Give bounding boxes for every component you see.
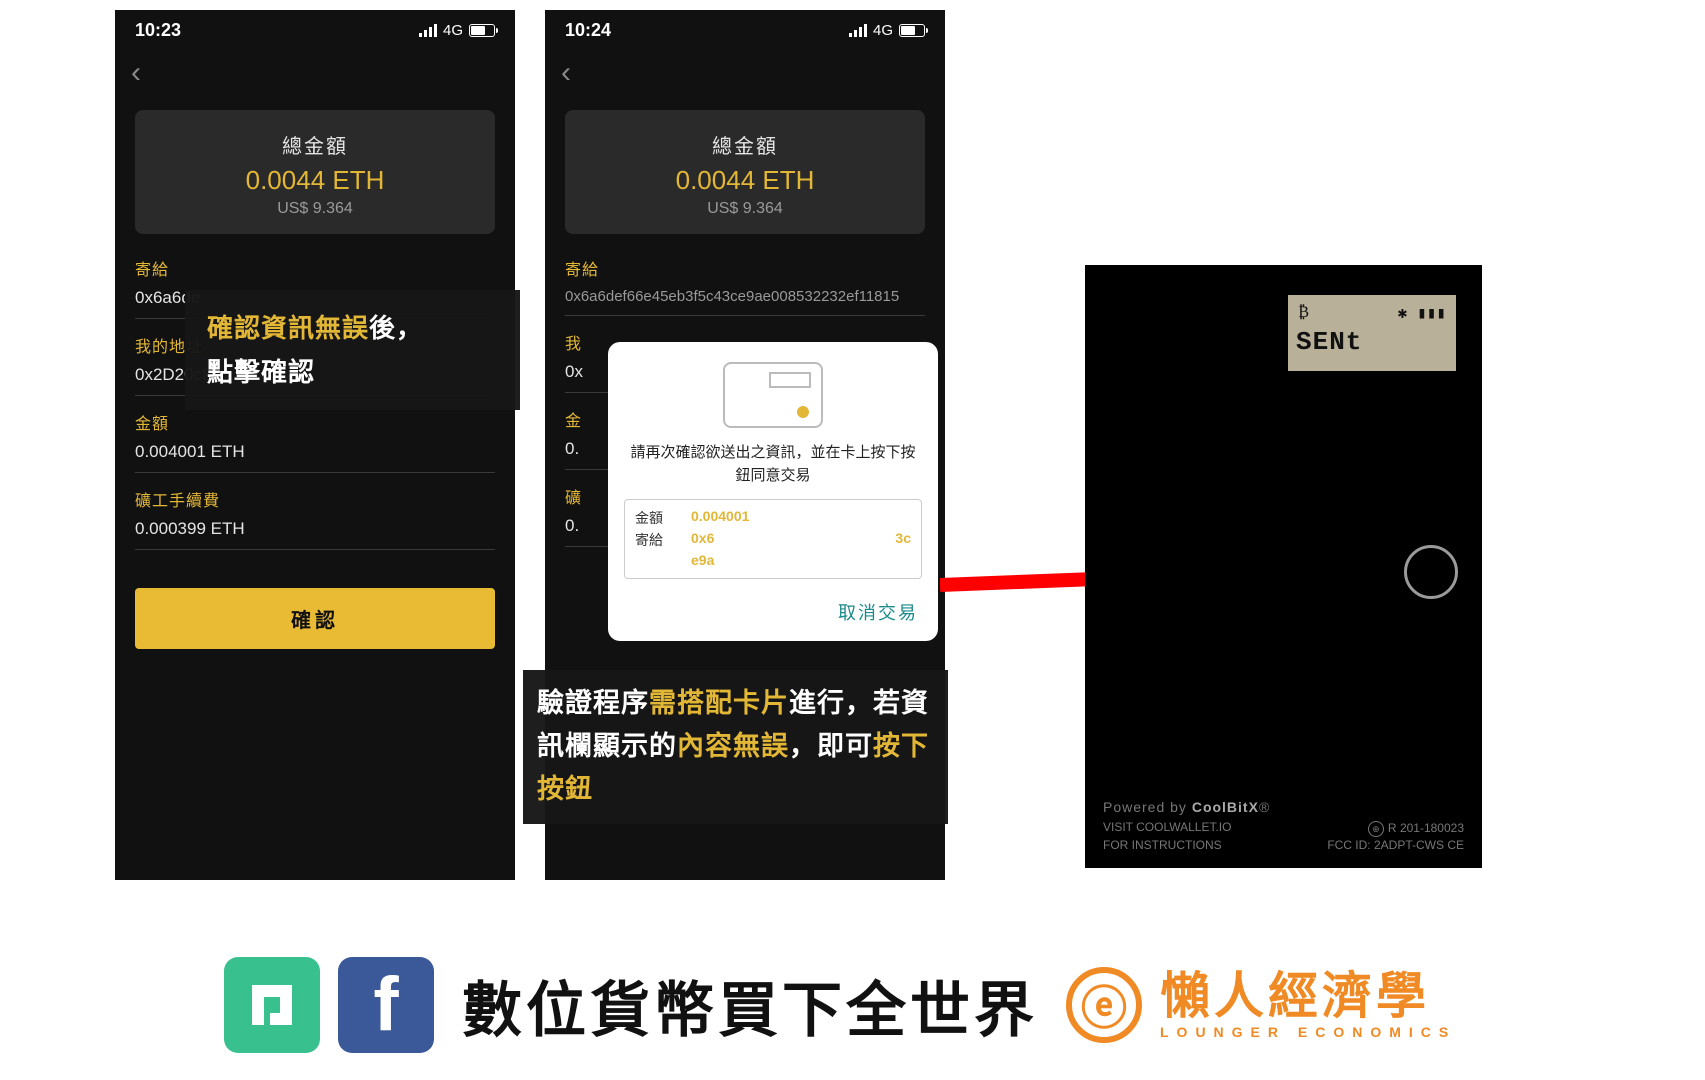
hardware-screen-text: SENt: [1296, 327, 1448, 357]
battery-icon: [469, 24, 495, 37]
battery-icon: [899, 24, 925, 37]
total-title: 總金額: [577, 130, 913, 159]
status-right: 4G: [419, 22, 495, 39]
total-amount-card: 總金額 0.0044 ETH US$ 9.364: [565, 110, 925, 234]
total-amount: 0.0044 ETH: [577, 165, 913, 196]
field-label: 金額: [135, 410, 495, 434]
back-button[interactable]: ‹: [545, 50, 945, 96]
status-time: 10:24: [565, 20, 611, 41]
lounger-brand: 懶人經濟學 LOUNGER ECONOMICS: [1160, 970, 1456, 1039]
field-label: 礦工手續費: [135, 487, 495, 511]
status-bar: 10:23 4G: [115, 10, 515, 50]
card-illustration: [723, 362, 823, 428]
field-miner-fee: 礦工手續費 0.000399 ETH: [135, 473, 495, 550]
footer-banner: f 數位貨幣買下全世界 ⓔ 懶人經濟學 LOUNGER ECONOMICS: [200, 940, 1480, 1070]
facebook-icon: f: [338, 957, 434, 1053]
field-label: 寄給: [135, 256, 495, 280]
bitcoin-icon: ₿: [1298, 302, 1309, 322]
confirm-button[interactable]: 確認: [135, 588, 495, 649]
modal-amount-value: 0.004001: [691, 508, 911, 528]
total-fiat: US$ 9.364: [577, 200, 913, 218]
modal-details-box: 金額 0.004001 寄給 0x6 3c e9a: [624, 499, 922, 579]
cert-mark-icon: ⊕: [1368, 821, 1384, 837]
banner-title: 數位貨幣買下全世界: [462, 962, 1038, 1049]
network-label: 4G: [873, 22, 893, 39]
modal-to-label: 寄給: [635, 530, 679, 550]
field-value: 0.000399 ETH: [135, 519, 495, 539]
hardware-footer-left: Powered by CoolBitX® VISIT COOLWALLET.IO…: [1103, 797, 1270, 854]
hardware-wallet-card: ₿ ✱ ▮▮▮ SENt Powered by CoolBitX® VISIT …: [1085, 265, 1482, 868]
modal-to-value: 0x6 3c: [691, 530, 911, 550]
hardware-screen: ₿ ✱ ▮▮▮ SENt: [1288, 295, 1456, 371]
total-amount-card: 總金額 0.0044 ETH US$ 9.364: [135, 110, 495, 234]
field-value: 0x6a6def66e45eb3f5c43ce9ae008532232ef118…: [565, 288, 925, 305]
status-right: 4G: [849, 22, 925, 39]
field-to: 寄給 0x6a6def66e45eb3f5c43ce9ae008532232ef…: [565, 242, 925, 316]
bluetooth-icon: ✱: [1397, 303, 1407, 322]
cancel-transaction-button[interactable]: 取消交易: [838, 603, 918, 623]
status-bar: 10:24 4G: [545, 10, 945, 50]
field-value: 0.004001 ETH: [135, 442, 495, 462]
lounger-brand-en: LOUNGER ECONOMICS: [1160, 1025, 1456, 1040]
battery-icon: ▮▮▮: [1417, 303, 1446, 322]
hardware-footer-right: ⊕R 201-180023 FCC ID: 2ADPT-CWS CE: [1327, 820, 1464, 854]
total-amount: 0.0044 ETH: [147, 165, 483, 196]
back-button[interactable]: ‹: [115, 50, 515, 96]
phone-screenshot-1: 10:23 4G ‹ 總金額 0.0044 ETH US$ 9.364 寄給 0…: [115, 10, 515, 880]
signal-icon: [419, 24, 437, 37]
confirmation-modal: 請再次確認欲送出之資訊，並在卡上按下按鈕同意交易 金額 0.004001 寄給 …: [608, 342, 938, 641]
field-label: 寄給: [565, 256, 925, 280]
modal-to-value-line2: e9a: [691, 552, 911, 568]
annotation-callout-2: 驗證程序需搭配卡片進行，若資訊欄顯示的內容無誤，即可按下按鈕: [523, 670, 948, 824]
app-logo-icon: [224, 957, 320, 1053]
lounger-logo-icon: ⓔ: [1066, 967, 1142, 1043]
modal-message: 請再次確認欲送出之資訊，並在卡上按下按鈕同意交易: [624, 442, 922, 487]
annotation-callout-1: 確認資訊無誤後， 點擊確認: [185, 290, 520, 410]
network-label: 4G: [443, 22, 463, 39]
lounger-brand-cn: 懶人經濟學: [1160, 970, 1456, 1023]
modal-amount-label: 金額: [635, 508, 679, 528]
status-time: 10:23: [135, 20, 181, 41]
signal-icon: [849, 24, 867, 37]
hardware-button[interactable]: [1404, 545, 1458, 599]
total-fiat: US$ 9.364: [147, 200, 483, 218]
total-title: 總金額: [147, 130, 483, 159]
